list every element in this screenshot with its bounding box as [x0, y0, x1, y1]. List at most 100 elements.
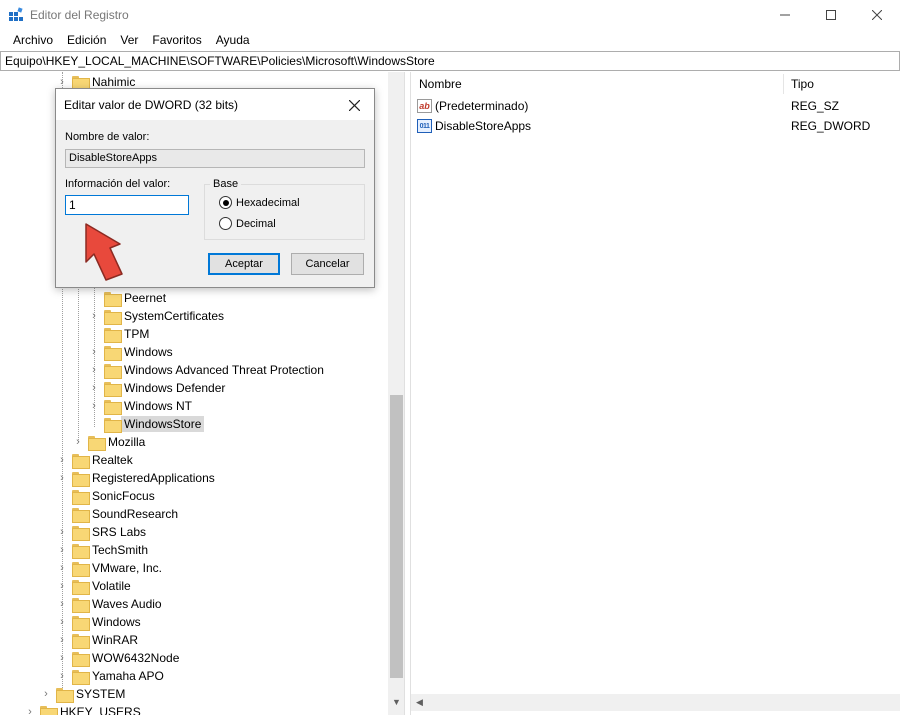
dialog-close-button[interactable]	[339, 92, 369, 118]
tree-item[interactable]: › Windows NT	[88, 397, 192, 415]
tree-item-label: Realtek	[92, 453, 133, 467]
radio-decimal[interactable]: Decimal	[219, 217, 276, 230]
folder-icon	[72, 75, 90, 91]
scrollbar-thumb[interactable]	[390, 395, 403, 678]
chevron-right-icon[interactable]: ›	[88, 343, 100, 361]
value-name: DisableStoreApps	[435, 119, 532, 133]
chevron-right-icon[interactable]: ›	[56, 541, 68, 559]
chevron-right-icon[interactable]: ›	[56, 577, 68, 595]
tree-item-label: Windows	[92, 615, 141, 629]
tree-item[interactable]: › Windows Defender	[88, 379, 225, 397]
tree-item-windowsstore[interactable]: WindowsStore	[88, 415, 205, 433]
folder-icon	[72, 561, 90, 577]
red-arrow-icon	[85, 223, 123, 281]
chevron-right-icon[interactable]: ›	[24, 703, 36, 715]
folder-icon	[88, 435, 106, 451]
menu-archivo[interactable]: Archivo	[6, 33, 60, 47]
close-button[interactable]	[854, 0, 900, 30]
tree-item[interactable]: › RegisteredApplications	[56, 469, 215, 487]
base-label: Base	[210, 178, 242, 190]
menu-ver[interactable]: Ver	[113, 33, 145, 47]
minimize-button[interactable]	[762, 0, 808, 30]
tree-item[interactable]: › SYSTEM	[40, 685, 125, 703]
chevron-right-icon[interactable]: ›	[56, 667, 68, 685]
chevron-right-icon[interactable]: ›	[56, 469, 68, 487]
dialog-title: Editar valor de DWORD (32 bits)	[64, 98, 239, 112]
tree-item-label: SoundResearch	[92, 507, 179, 521]
chevron-right-icon[interactable]: ›	[56, 451, 68, 469]
values-horizontal-scrollbar[interactable]: ◀	[411, 694, 900, 711]
tree-item[interactable]: › Windows	[88, 343, 173, 361]
scroll-down-arrow-icon[interactable]: ▼	[388, 694, 404, 711]
value-row[interactable]: ab (Predeterminado) REG_SZ	[417, 96, 897, 116]
chevron-right-icon[interactable]: ›	[56, 559, 68, 577]
values-pane[interactable]: Nombre Tipo ab (Predeterminado) REG_SZ 0…	[410, 72, 900, 715]
tree-item-label: SystemCertificates	[124, 309, 225, 323]
chevron-right-icon[interactable]: ›	[88, 379, 100, 397]
chevron-right-icon[interactable]: ›	[88, 307, 100, 325]
cancel-button[interactable]: Cancelar	[291, 253, 364, 275]
radio-selected-icon[interactable]	[219, 196, 232, 209]
tree-item[interactable]: SonicFocus	[56, 487, 155, 505]
folder-icon	[104, 291, 122, 307]
folder-icon	[104, 309, 122, 325]
tree-item[interactable]: › Realtek	[56, 451, 133, 469]
value-type: REG_SZ	[791, 99, 840, 113]
column-divider[interactable]	[783, 74, 784, 94]
binary-value-icon: 011	[417, 119, 432, 133]
folder-icon	[72, 579, 90, 595]
chevron-right-icon[interactable]: ›	[56, 613, 68, 631]
tree-item[interactable]: › Mozilla	[72, 433, 145, 451]
menu-ayuda[interactable]: Ayuda	[209, 33, 257, 47]
chevron-right-icon[interactable]: ›	[56, 595, 68, 613]
folder-icon	[72, 525, 90, 541]
tree-vertical-scrollbar[interactable]: ▼	[388, 72, 404, 715]
folder-icon	[104, 399, 122, 415]
title-bar: Editor del Registro	[0, 0, 900, 30]
chevron-right-icon[interactable]: ›	[56, 631, 68, 649]
tree-item[interactable]: › HKEY_USERS	[24, 703, 141, 715]
chevron-right-icon[interactable]: ›	[40, 685, 52, 703]
tree-item[interactable]: › Windows	[56, 613, 141, 631]
tree-item[interactable]: › SRS Labs	[56, 523, 146, 541]
tree-item[interactable]: › VMware, Inc.	[56, 559, 162, 577]
chevron-right-icon[interactable]: ›	[56, 523, 68, 541]
folder-icon	[40, 705, 58, 715]
folder-icon	[56, 687, 74, 703]
tree-guide-line	[78, 277, 79, 442]
chevron-right-icon[interactable]: ›	[56, 649, 68, 667]
minimize-icon	[780, 14, 790, 16]
tree-item[interactable]: › Waves Audio	[56, 595, 162, 613]
tree-item[interactable]: › Volatile	[56, 577, 131, 595]
column-header-type[interactable]: Tipo	[791, 72, 814, 96]
address-bar[interactable]: Equipo\HKEY_LOCAL_MACHINE\SOFTWARE\Polic…	[0, 51, 900, 71]
folder-icon	[104, 381, 122, 397]
menu-favoritos[interactable]: Favoritos	[145, 33, 208, 47]
tree-item[interactable]: › TechSmith	[56, 541, 148, 559]
tree-item[interactable]: › WinRAR	[56, 631, 138, 649]
tree-item[interactable]: › Windows Advanced Threat Protection	[88, 361, 324, 379]
radio-hexadecimal[interactable]: Hexadecimal	[219, 196, 300, 209]
tree-item-label: Mozilla	[108, 435, 146, 449]
ok-button[interactable]: Aceptar	[208, 253, 280, 275]
column-header-name[interactable]: Nombre	[419, 72, 462, 96]
chevron-right-icon[interactable]: ›	[88, 361, 100, 379]
chevron-right-icon[interactable]: ›	[72, 433, 84, 451]
radio-unselected-icon[interactable]	[219, 217, 232, 230]
tree-item[interactable]: TPM	[88, 325, 149, 343]
value-data-input[interactable]	[65, 195, 189, 215]
tree-item[interactable]: › WOW6432Node	[56, 649, 179, 667]
maximize-button[interactable]	[808, 0, 854, 30]
tree-item[interactable]: Peernet	[88, 289, 166, 307]
value-name-label: Nombre de valor:	[65, 131, 150, 143]
tree-item[interactable]: SoundResearch	[56, 505, 178, 523]
value-row[interactable]: 011 DisableStoreApps REG_DWORD	[417, 116, 897, 136]
menu-edicion[interactable]: Edición	[60, 33, 113, 47]
tree-item[interactable]: › SystemCertificates	[88, 307, 224, 325]
tree-item[interactable]: › Yamaha APO	[56, 667, 164, 685]
scroll-left-arrow-icon[interactable]: ◀	[411, 694, 428, 711]
chevron-right-icon[interactable]: ›	[88, 397, 100, 415]
tree-item-label: Windows NT	[124, 399, 193, 413]
value-data-label: Información del valor:	[65, 178, 171, 190]
maximize-icon	[826, 10, 836, 20]
